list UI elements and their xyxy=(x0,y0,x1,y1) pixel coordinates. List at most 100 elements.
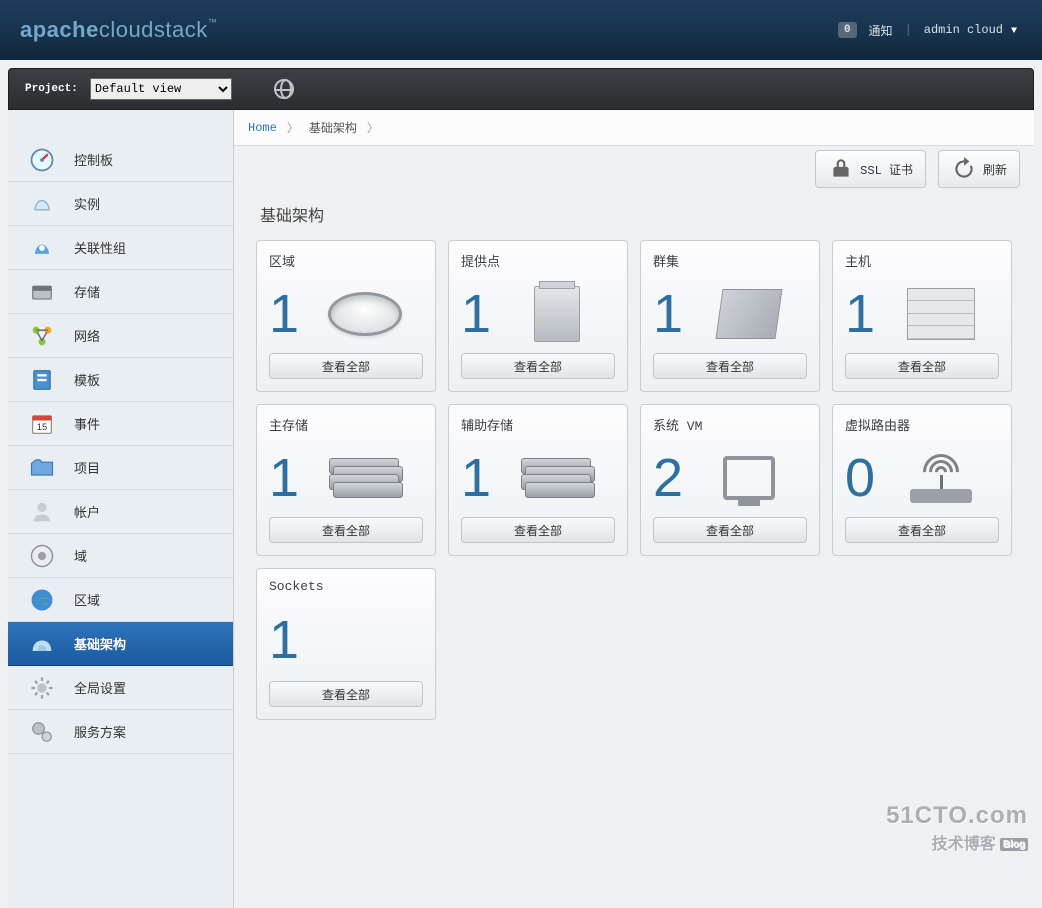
tile-count: 0 xyxy=(845,451,875,505)
events-icon: 15 xyxy=(28,410,56,438)
tile-title: 群集 xyxy=(653,251,807,270)
sidebar-item-label: 网络 xyxy=(74,326,100,345)
projects-icon xyxy=(28,454,56,482)
sidebar-item-infrastructure[interactable]: 基础架构 xyxy=(8,622,233,666)
tile-illustration xyxy=(883,453,999,503)
sidebar-item-label: 事件 xyxy=(74,414,100,433)
tile-count: 1 xyxy=(653,287,683,341)
templates-icon xyxy=(28,366,56,394)
breadcrumb-current: 基础架构 xyxy=(309,119,357,136)
tile-body: 1 xyxy=(653,274,807,353)
tile-count: 1 xyxy=(461,451,491,505)
tile-count: 1 xyxy=(845,287,875,341)
sidebar-item-network[interactable]: 网络 xyxy=(8,314,233,358)
user-menu[interactable]: admin cloud▼ xyxy=(924,23,1017,37)
tile-count: 1 xyxy=(269,613,299,667)
tile-body: 0 xyxy=(845,438,999,517)
tile-title: 辅助存储 xyxy=(461,415,615,434)
sidebar-item-label: 存储 xyxy=(74,282,100,301)
view-all-button[interactable]: 查看全部 xyxy=(269,517,423,543)
tile-sockets: Sockets 1 查看全部 xyxy=(256,568,436,720)
sidebar-item-label: 域 xyxy=(74,546,87,565)
tile-clusters: 群集 1 查看全部 xyxy=(640,240,820,392)
view-all-button[interactable]: 查看全部 xyxy=(269,681,423,707)
tile-title: 提供点 xyxy=(461,251,615,270)
tile-body: 1 xyxy=(461,438,615,517)
sidebar-item-templates[interactable]: 模板 xyxy=(8,358,233,402)
tile-body: 1 xyxy=(845,274,999,353)
sidebar-item-label: 实例 xyxy=(74,194,100,213)
tile-pods: 提供点 1 查看全部 xyxy=(448,240,628,392)
tile-body: 1 xyxy=(269,438,423,517)
tile-body: 1 xyxy=(269,598,423,681)
tile-title: Sockets xyxy=(269,579,423,594)
view-all-button[interactable]: 查看全部 xyxy=(845,353,999,379)
sidebar-item-global[interactable]: 全局设置 xyxy=(8,666,233,710)
service-icon xyxy=(28,718,56,746)
view-all-button[interactable]: 查看全部 xyxy=(461,517,615,543)
tile-zones: 区域1查看全部 xyxy=(256,240,436,392)
project-select[interactable]: Default view xyxy=(90,78,232,100)
globe-icon[interactable] xyxy=(274,79,294,99)
tile-body: 1 xyxy=(461,274,615,353)
global-icon xyxy=(28,674,56,702)
sidebar-item-accounts[interactable]: 帐户 xyxy=(8,490,233,534)
tile-count: 1 xyxy=(461,287,491,341)
tile-secondary: 辅助存储 1 查看全部 xyxy=(448,404,628,556)
sidebar-item-affinity[interactable]: 关联性组 xyxy=(8,226,233,270)
sidebar-item-label: 帐户 xyxy=(74,502,100,521)
view-all-button[interactable]: 查看全部 xyxy=(461,353,615,379)
tile-count: 1 xyxy=(269,287,299,341)
sidebar-item-label: 控制板 xyxy=(74,150,113,169)
sidebar-item-domains[interactable]: 域 xyxy=(8,534,233,578)
sidebar-item-label: 模板 xyxy=(74,370,100,389)
breadcrumb-home[interactable]: Home xyxy=(248,121,277,135)
tile-sysvm: 系统 VM2查看全部 xyxy=(640,404,820,556)
domains-icon xyxy=(28,542,56,570)
accounts-icon xyxy=(28,498,56,526)
infrastructure-icon xyxy=(28,630,56,658)
network-icon xyxy=(28,322,56,350)
app-header: apachecloudstack™ 0 通知 | admin cloud▼ xyxy=(0,0,1042,60)
tile-count: 2 xyxy=(653,451,683,505)
tile-hosts: 主机1查看全部 xyxy=(832,240,1012,392)
view-all-button[interactable]: 查看全部 xyxy=(845,517,999,543)
sidebar-item-events[interactable]: 15 事件 xyxy=(8,402,233,446)
sidebar-item-label: 关联性组 xyxy=(74,238,126,257)
tile-title: 虚拟路由器 xyxy=(845,415,999,434)
view-all-button[interactable]: 查看全部 xyxy=(653,353,807,379)
regions-icon xyxy=(28,586,56,614)
sidebar-item-storage[interactable]: 存储 xyxy=(8,270,233,314)
ssl-cert-button[interactable]: SSL 证书 xyxy=(815,150,926,188)
header-right: 0 通知 | admin cloud▼ xyxy=(838,0,1017,60)
sidebar-item-label: 全局设置 xyxy=(74,678,126,697)
tile-illustration xyxy=(883,288,999,340)
lock-icon xyxy=(828,156,854,182)
tile-count: 1 xyxy=(269,451,299,505)
svg-text:15: 15 xyxy=(37,421,47,431)
watermark: 51CTO.com 技术博客Blog xyxy=(886,802,1028,854)
sidebar-item-label: 基础架构 xyxy=(74,634,126,653)
affinity-icon xyxy=(28,234,56,262)
refresh-icon xyxy=(951,156,977,182)
breadcrumb: Home 〉 基础架构 〉 xyxy=(234,110,1034,146)
view-all-button[interactable]: 查看全部 xyxy=(269,353,423,379)
tile-body: 1 xyxy=(269,274,423,353)
refresh-button[interactable]: 刷新 xyxy=(938,150,1020,188)
view-all-button[interactable]: 查看全部 xyxy=(653,517,807,543)
tile-illustration xyxy=(499,286,615,342)
notification-count-badge[interactable]: 0 xyxy=(838,22,857,38)
sidebar-item-label: 区域 xyxy=(74,590,100,609)
notification-label[interactable]: 通知 xyxy=(869,22,893,39)
tile-vrouter: 虚拟路由器 0 查看全部 xyxy=(832,404,1012,556)
actions-row: SSL 证书 刷新 xyxy=(234,146,1034,192)
storage-icon xyxy=(28,278,56,306)
sidebar-item-instances[interactable]: 实例 xyxy=(8,182,233,226)
sidebar-item-projects[interactable]: 项目 xyxy=(8,446,233,490)
header-divider: | xyxy=(905,23,912,37)
sidebar-item-regions[interactable]: 区域 xyxy=(8,578,233,622)
tile-primary: 主存储1查看全部 xyxy=(256,404,436,556)
sidebar-item-dashboard[interactable]: 控制板 xyxy=(8,138,233,182)
sidebar-item-service[interactable]: 服务方案 xyxy=(8,710,233,754)
tile-illustration xyxy=(691,456,807,500)
